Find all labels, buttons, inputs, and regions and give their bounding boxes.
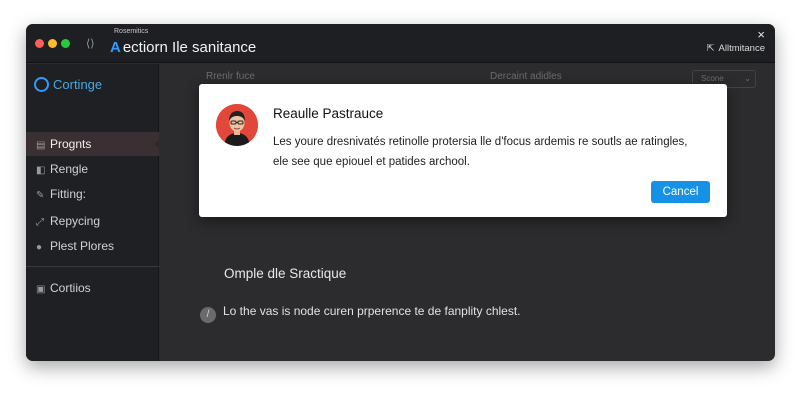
pencil-icon: ✎ (36, 190, 45, 201)
notice-row: / Lo the vas is node curen prperence te d… (200, 304, 521, 323)
chevron-down-icon: ⌄ (744, 74, 751, 83)
sidebar-item-repycing[interactable]: ⤢ Repycing (26, 209, 159, 233)
info-icon: / (200, 307, 216, 323)
dialog-title: Reaulle Pastrauce (273, 106, 384, 121)
maintenance-button[interactable]: ⇱ Alltmitance (707, 43, 765, 54)
pin-icon: ● (36, 242, 43, 253)
sidebar: Cortinge ▤ Prognts ◧ Rengle ✎ Fitting: ⤢ Rep… (26, 64, 160, 361)
sidebar-item-rengle[interactable]: ◧ Rengle (26, 157, 159, 181)
maximize-window-button[interactable] (61, 39, 70, 48)
maintenance-label: Alltmitance (718, 43, 765, 54)
column-header: Dercaint adidles (490, 71, 562, 82)
box-icon: ▣ (36, 284, 46, 295)
sidebar-item-label: Fitting: (50, 187, 87, 201)
list-icon: ▤ (36, 140, 46, 151)
sidebar-item-cortiios[interactable]: ▣ Cortiios (26, 276, 159, 300)
sidebar-item-fitting[interactable]: ✎ Fitting: (26, 182, 159, 206)
title-bar: ⟨⟩ Rosemitics Aectiorn Ile sanitance × ⇱… (26, 24, 775, 63)
sidebar-toggle-icon[interactable]: ⟨⟩ (86, 37, 95, 50)
dialog-message-line: Les youre dresnivatés retinolle protersi… (273, 136, 688, 148)
title-accent-icon: A (110, 39, 121, 56)
brand-label: Cortinge (53, 77, 103, 92)
arrows-icon: ⤢ (36, 217, 44, 228)
sidebar-item-prognts[interactable]: ▤ Prognts (26, 132, 160, 156)
dialog-message-line: ele see que epiouel et patides archool. (273, 156, 470, 168)
modal-dialog: Reaulle Pastrauce Les youre dresnivatés … (199, 84, 727, 217)
sidebar-item-label: Prognts (50, 137, 92, 151)
person-avatar-icon (216, 104, 258, 146)
expand-icon: ⇱ (706, 43, 715, 54)
notice-text: Lo the vas is node curen prperence te de… (223, 304, 521, 318)
column-header: Rrenlr fuce (206, 71, 255, 82)
sidebar-item-label: Cortiios (50, 281, 91, 295)
sidebar-divider (26, 266, 159, 267)
close-icon[interactable]: × (757, 27, 765, 42)
sidebar-item-label: Rengle (50, 162, 89, 176)
panel-icon: ◧ (36, 165, 46, 176)
sidebar-item-plest-plores[interactable]: ● Plest Plores (26, 234, 159, 258)
avatar (216, 104, 258, 146)
window-title-text: ectiorn Ile sanitance (122, 39, 257, 56)
filter-value: Scone (701, 74, 724, 83)
sidebar-item-label: Plest Plores (50, 239, 115, 253)
brand[interactable]: Cortinge (34, 77, 102, 92)
section-title: Omple dle Sractique (224, 266, 347, 281)
minimize-window-button[interactable] (48, 39, 57, 48)
brand-logo-icon (34, 77, 49, 92)
close-window-button[interactable] (35, 39, 44, 48)
window-subtitle: Rosemitics (114, 28, 149, 35)
cancel-button[interactable]: Cancel (651, 181, 710, 203)
dialog-message: Les youre dresnivatés retinolle protersi… (273, 132, 713, 172)
sidebar-item-label: Repycing (50, 214, 101, 228)
window-title: Aectiorn Ile sanitance (110, 39, 256, 56)
